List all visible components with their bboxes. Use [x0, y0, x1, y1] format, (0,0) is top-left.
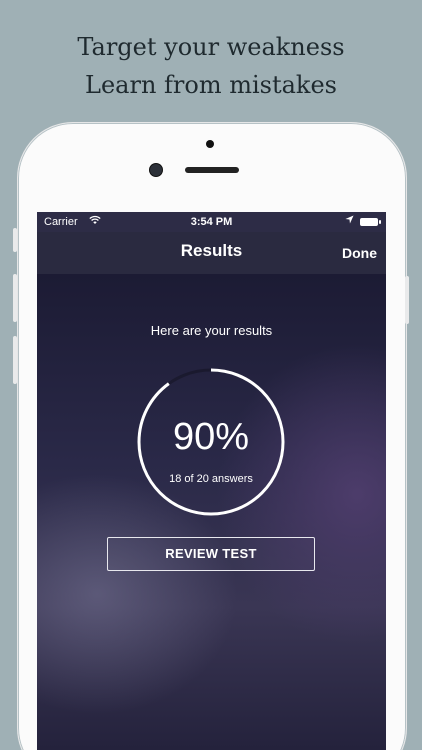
headline-line-2: Learn from mistakes [85, 71, 337, 99]
phone-screen: Carrier 3:54 PM Results Done Here are yo… [37, 212, 386, 750]
proximity-sensor [206, 140, 214, 148]
phone-volume-up [13, 274, 17, 322]
marketing-headline: Target your weakness Learn from mistakes [0, 28, 422, 104]
front-camera [150, 164, 162, 176]
score-answers: 18 of 20 answers [169, 473, 253, 485]
phone-mute-switch [13, 228, 17, 252]
done-button[interactable]: Done [342, 245, 377, 261]
app-store-screenshot: Target your weakness Learn from mistakes… [0, 0, 422, 750]
battery-icon [360, 218, 381, 226]
nav-bar: Results Done [37, 232, 386, 274]
phone-volume-down [13, 336, 17, 384]
location-arrow-icon [345, 215, 354, 227]
status-bar: Carrier 3:54 PM [37, 212, 386, 232]
results-intro: Here are your results [150, 323, 273, 338]
status-time: 3:54 PM [190, 216, 233, 228]
page-title: Results [180, 241, 243, 260]
headline-line-1: Target your weakness [77, 33, 345, 61]
results-content: Here are your results 90% 18 of 20 answe… [37, 274, 386, 750]
earpiece-speaker [185, 167, 239, 173]
review-test-button[interactable]: REVIEW TEST [107, 537, 315, 571]
score-percent: 90% [172, 416, 250, 458]
phone-power-button [405, 276, 409, 324]
